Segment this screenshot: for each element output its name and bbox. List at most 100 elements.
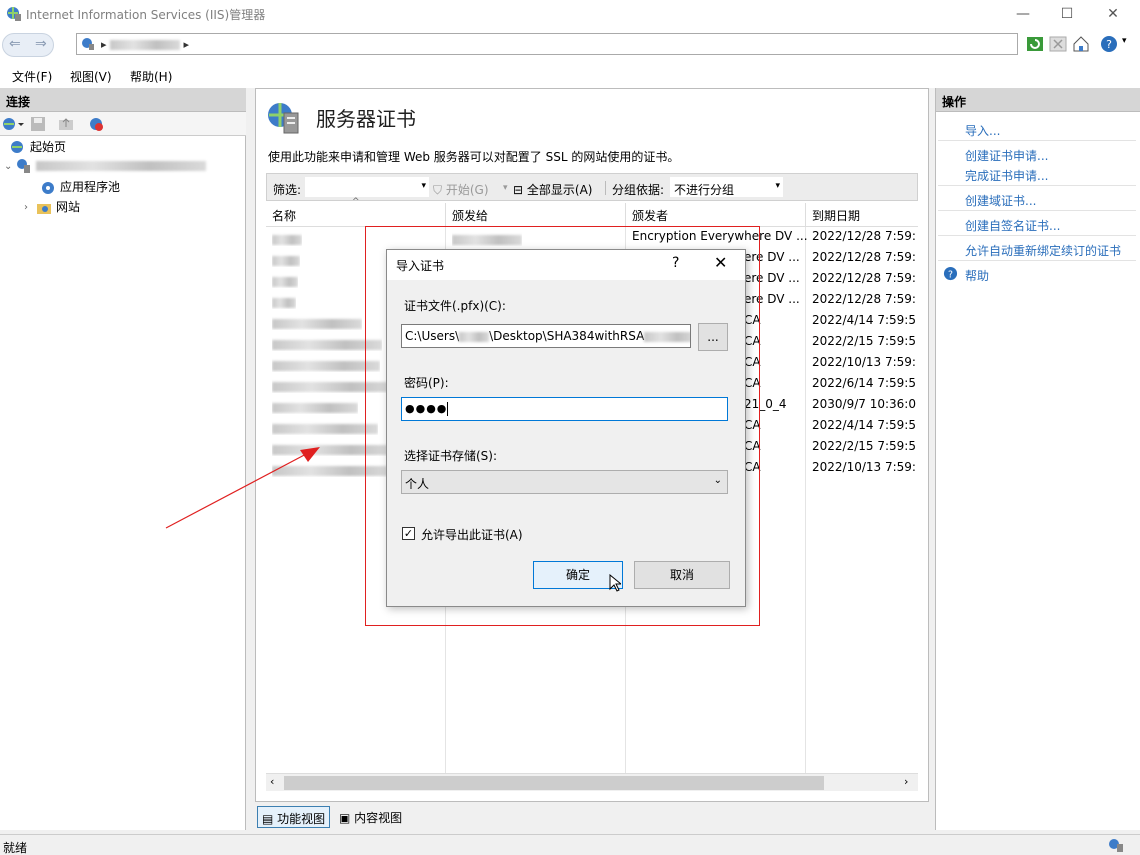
stop-icon[interactable] [1048,34,1068,54]
connections-panel: 连接 起始页 ⌄ 应用程序池 › 网站 [0,88,246,830]
connect-icon[interactable] [2,116,24,132]
menu-file[interactable]: 文件(F) [12,68,52,85]
forward-arrow-icon[interactable]: ⇒ [35,36,47,52]
action-create-domain-cert[interactable]: 创建域证书... [965,192,1036,209]
tree-item-app-pools[interactable]: 应用程序池 [40,178,120,198]
filter-separator [605,181,606,195]
start-page-icon [11,140,23,153]
help-dropdown-icon[interactable]: ▾ [1122,36,1127,46]
refresh-icon[interactable] [1025,34,1045,54]
cert-name-redacted[interactable] [272,337,382,351]
cert-name-redacted[interactable] [272,295,296,309]
filter-input[interactable]: ▾ [305,177,429,197]
action-create-request[interactable]: 创建证书申请... [965,147,1048,164]
menu-help[interactable]: 帮助(H) [130,68,172,85]
col-divider[interactable] [445,203,446,227]
features-view-icon: ▤ [262,812,274,826]
back-arrow-icon[interactable]: ⇐ [9,36,21,52]
tree-item-start-page[interactable]: 起始页 [10,138,66,158]
minimize-button[interactable]: — [1000,0,1046,28]
server-icon [82,38,94,50]
allow-export-label: 允许导出此证书(A) [421,528,523,542]
cert-name-redacted[interactable] [272,253,300,267]
col-divider [805,227,806,775]
store-label: 选择证书存储(S): [404,449,498,463]
scroll-right-icon[interactable]: › [904,775,908,788]
cancel-button[interactable]: 取消 [634,561,730,589]
col-expiry[interactable]: 到期日期 [812,207,860,224]
status-text: 就绪 [3,841,28,855]
col-divider[interactable] [805,203,806,227]
start-dropdown-icon[interactable]: ▾ [503,183,508,193]
cert-issuer: CA [744,418,761,432]
col-name[interactable]: 名称 [272,207,296,224]
breadcrumb: ▸ ▸ [101,38,190,51]
cert-issuer: 21_0_4 [744,397,787,411]
action-complete-request[interactable]: 完成证书申请... [965,167,1048,184]
cert-name-redacted[interactable] [272,358,380,372]
action-create-self-signed[interactable]: 创建自签名证书... [965,217,1060,234]
cert-expiry: 2022/12/28 7:59:... [812,292,916,306]
col-divider[interactable] [625,203,626,227]
chevron-down-icon[interactable]: ⌄ [4,161,16,172]
actions-header: 操作 [936,88,1140,112]
tree-item-server[interactable]: ⌄ [4,158,206,178]
tree-label-start-page: 起始页 [30,140,67,154]
cert-issuer: ere DV ... [744,250,800,264]
dialog-help-button[interactable]: ? [672,255,679,271]
action-divider [938,235,1136,236]
password-field[interactable]: ●●●● [401,397,728,421]
nav-buttons: ⇐ ⇒ [2,33,54,57]
certificate-file-field[interactable]: C:\Users\ \Desktop\SHA384withRSA [401,324,691,348]
cert-name-redacted[interactable] [272,442,390,456]
dialog-close-button[interactable]: ✕ [714,253,727,272]
maximize-button[interactable]: ☐ [1044,0,1090,28]
address-input[interactable]: ▸ ▸ [76,33,1018,55]
cert-name-redacted[interactable] [272,463,388,477]
browse-button[interactable]: ... [698,323,728,351]
action-import[interactable]: 导入... [965,122,1000,139]
cert-name-redacted[interactable] [272,232,302,246]
home-icon[interactable] [1071,34,1091,54]
chevron-right-icon[interactable]: › [24,202,36,213]
allow-export-checkbox[interactable]: ✓ [402,527,415,540]
cert-name-redacted[interactable] [272,379,390,393]
cert-name-redacted[interactable] [272,316,362,330]
page-description: 使用此功能来申请和管理 Web 服务器可以对配置了 SSL 的网站使用的证书。 [268,150,680,164]
group-by-select[interactable]: 不进行分组 ▾ [670,177,783,197]
help-icon[interactable]: ? [1099,34,1119,54]
horizontal-scrollbar[interactable]: ‹ › [266,773,918,791]
disconnect-icon[interactable] [88,116,104,132]
connections-header: 连接 [0,88,246,112]
action-help[interactable]: 帮助 [965,267,989,284]
cert-name-redacted[interactable] [272,421,378,435]
show-all-button[interactable]: ⊟ 全部显示(A) [513,181,592,198]
start-filter-button[interactable]: ⛉ 开始(G) [433,181,489,198]
content-view-icon: ▣ [339,811,351,825]
up-level-icon[interactable] [58,116,74,132]
window-title: Internet Information Services (IIS)管理器 [26,8,266,22]
close-button[interactable]: ✕ [1090,0,1136,28]
address-bar: ⇐ ⇒ ▸ ▸ ? ▾ [0,28,1140,62]
status-server-icon [1109,839,1123,852]
connections-toolbar [0,112,246,136]
col-issued-by[interactable]: 颁发者 [632,207,668,224]
tab-content-view[interactable]: ▣ 内容视图 [335,806,406,828]
col-issued-to[interactable]: 颁发给 [452,207,488,224]
funnel-icon: ⛉ [433,183,443,197]
svg-text:?: ? [948,269,953,280]
cert-name-redacted[interactable] [272,274,298,288]
action-divider [938,260,1136,261]
scroll-left-icon[interactable]: ‹ [270,775,274,788]
filter-bar: 筛选: ▾ ⛉ 开始(G) ▾ ⊟ 全部显示(A) 分组依据: 不进行分组 ▾ [266,173,918,201]
save-icon[interactable] [30,116,46,132]
tab-features-view[interactable]: ▤ 功能视图 [257,806,331,828]
dialog-titlebar: 导入证书 ? ✕ [387,250,745,280]
tree-item-sites[interactable]: › 网站 [24,198,80,218]
menu-view[interactable]: 视图(V) [70,68,112,85]
certificate-store-select[interactable]: 个人 ⌄ [401,470,728,494]
scroll-thumb[interactable] [284,776,824,790]
cert-name-redacted[interactable] [272,400,358,414]
page-title: 服务器证书 [316,107,416,131]
action-auto-rebind[interactable]: 允许自动重新绑定续订的证书 [965,242,1121,259]
